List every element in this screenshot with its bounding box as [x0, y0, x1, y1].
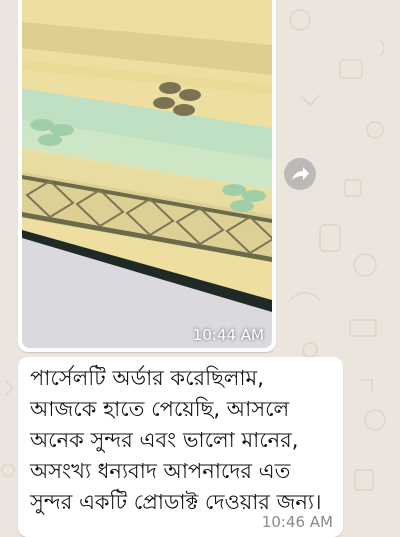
message-line: পার্সেলটি অর্ডার করেছিলাম, [30, 366, 264, 390]
image-message-bubble[interactable]: 10:44 AM [18, 0, 276, 352]
forward-button[interactable] [284, 158, 316, 190]
text-message-time: 10:46 AM [261, 513, 333, 531]
message-text: পার্সেলটি অর্ডার করেছিলাম, আজকে হাতে পেয… [30, 363, 335, 518]
image-message-time: 10:44 AM [192, 326, 264, 344]
saree-photo[interactable] [22, 0, 272, 348]
text-message-bubble[interactable]: পার্সেলটি অর্ডার করেছিলাম, আজকে হাতে পেয… [18, 357, 343, 537]
forward-arrow-icon [292, 167, 309, 180]
message-line: আজকে হাতে পেয়েছি, আসলে [30, 397, 290, 421]
message-line: অনেক সুন্দর এবং ভালো মানের, [30, 428, 299, 452]
message-line: অসংখ্য ধন্যবাদ আপনাদের এত [30, 459, 291, 483]
